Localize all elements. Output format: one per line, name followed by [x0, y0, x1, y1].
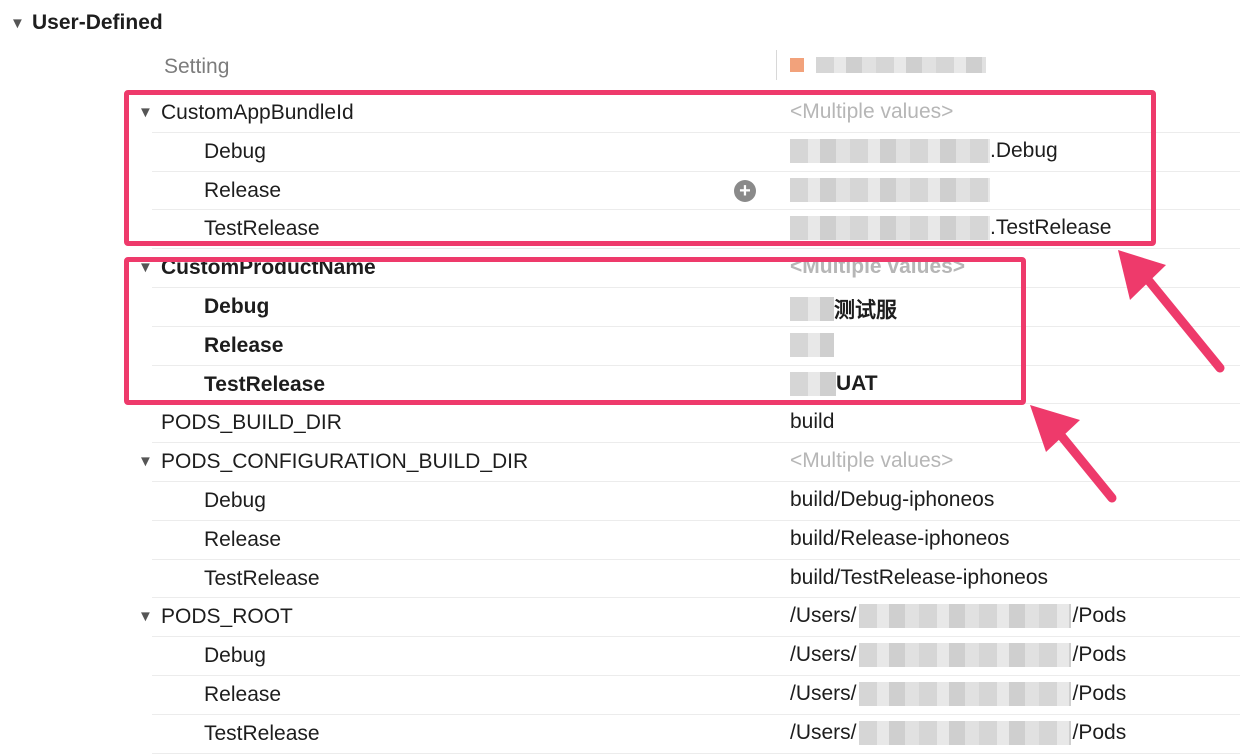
arrow-icon [1030, 405, 1117, 503]
arrow-icon [1118, 250, 1225, 373]
annotation-arrows [1030, 250, 1225, 503]
